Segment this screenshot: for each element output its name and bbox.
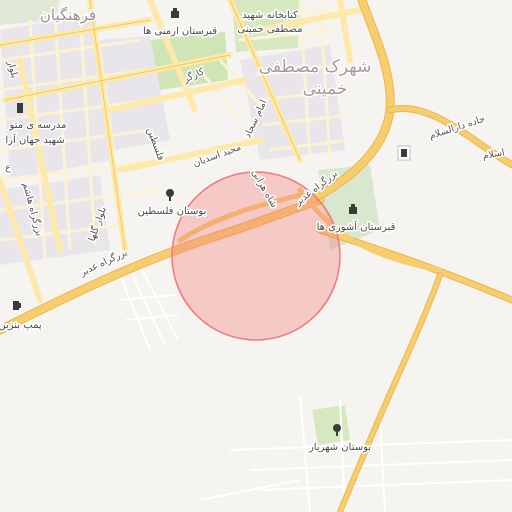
radius-circle[interactable] <box>171 171 341 341</box>
map-view[interactable]: فرهنگیان شهرک مصطفی خمینی قبرستان ارمنی … <box>0 0 512 512</box>
label-library-1: کتابخانه شهید <box>242 10 298 21</box>
label-park-shahriar: بوستان شهریار <box>308 442 371 453</box>
road-label-left-mid: ع <box>5 162 11 173</box>
fuel-pump-icon <box>397 145 411 161</box>
label-gas-station: پمپ بنزین <box>0 320 42 331</box>
label-cemetery-armeni: قبرستان ارمنی ها <box>143 26 217 37</box>
map-canvas: فرهنگیان شهرک مصطفی خمینی قبرستان ارمنی … <box>0 0 512 512</box>
district-label-mostafa-2: خمینی <box>303 79 348 99</box>
district-label-farhangian: فرهنگیان <box>40 6 96 24</box>
label-cemetery-ashouri: قبرستان آشوری ها <box>317 220 396 233</box>
cemetery-icon <box>171 8 179 18</box>
fuel-pump-icon <box>13 301 21 310</box>
district-label-mostafa-1: شهرک مصطفی <box>259 57 372 77</box>
label-school-1: مدرسه ی متو <box>9 120 67 131</box>
label-school-2: شهید جهان آرا <box>5 133 64 146</box>
tree-icon <box>166 189 174 201</box>
label-park-palestine: بوستان فلسطین <box>138 206 207 217</box>
road-label-majid-asadian: مجید اسدیان <box>192 142 243 170</box>
label-library-2: مصطفی خمینی <box>237 24 302 35</box>
school-icon <box>17 103 23 113</box>
